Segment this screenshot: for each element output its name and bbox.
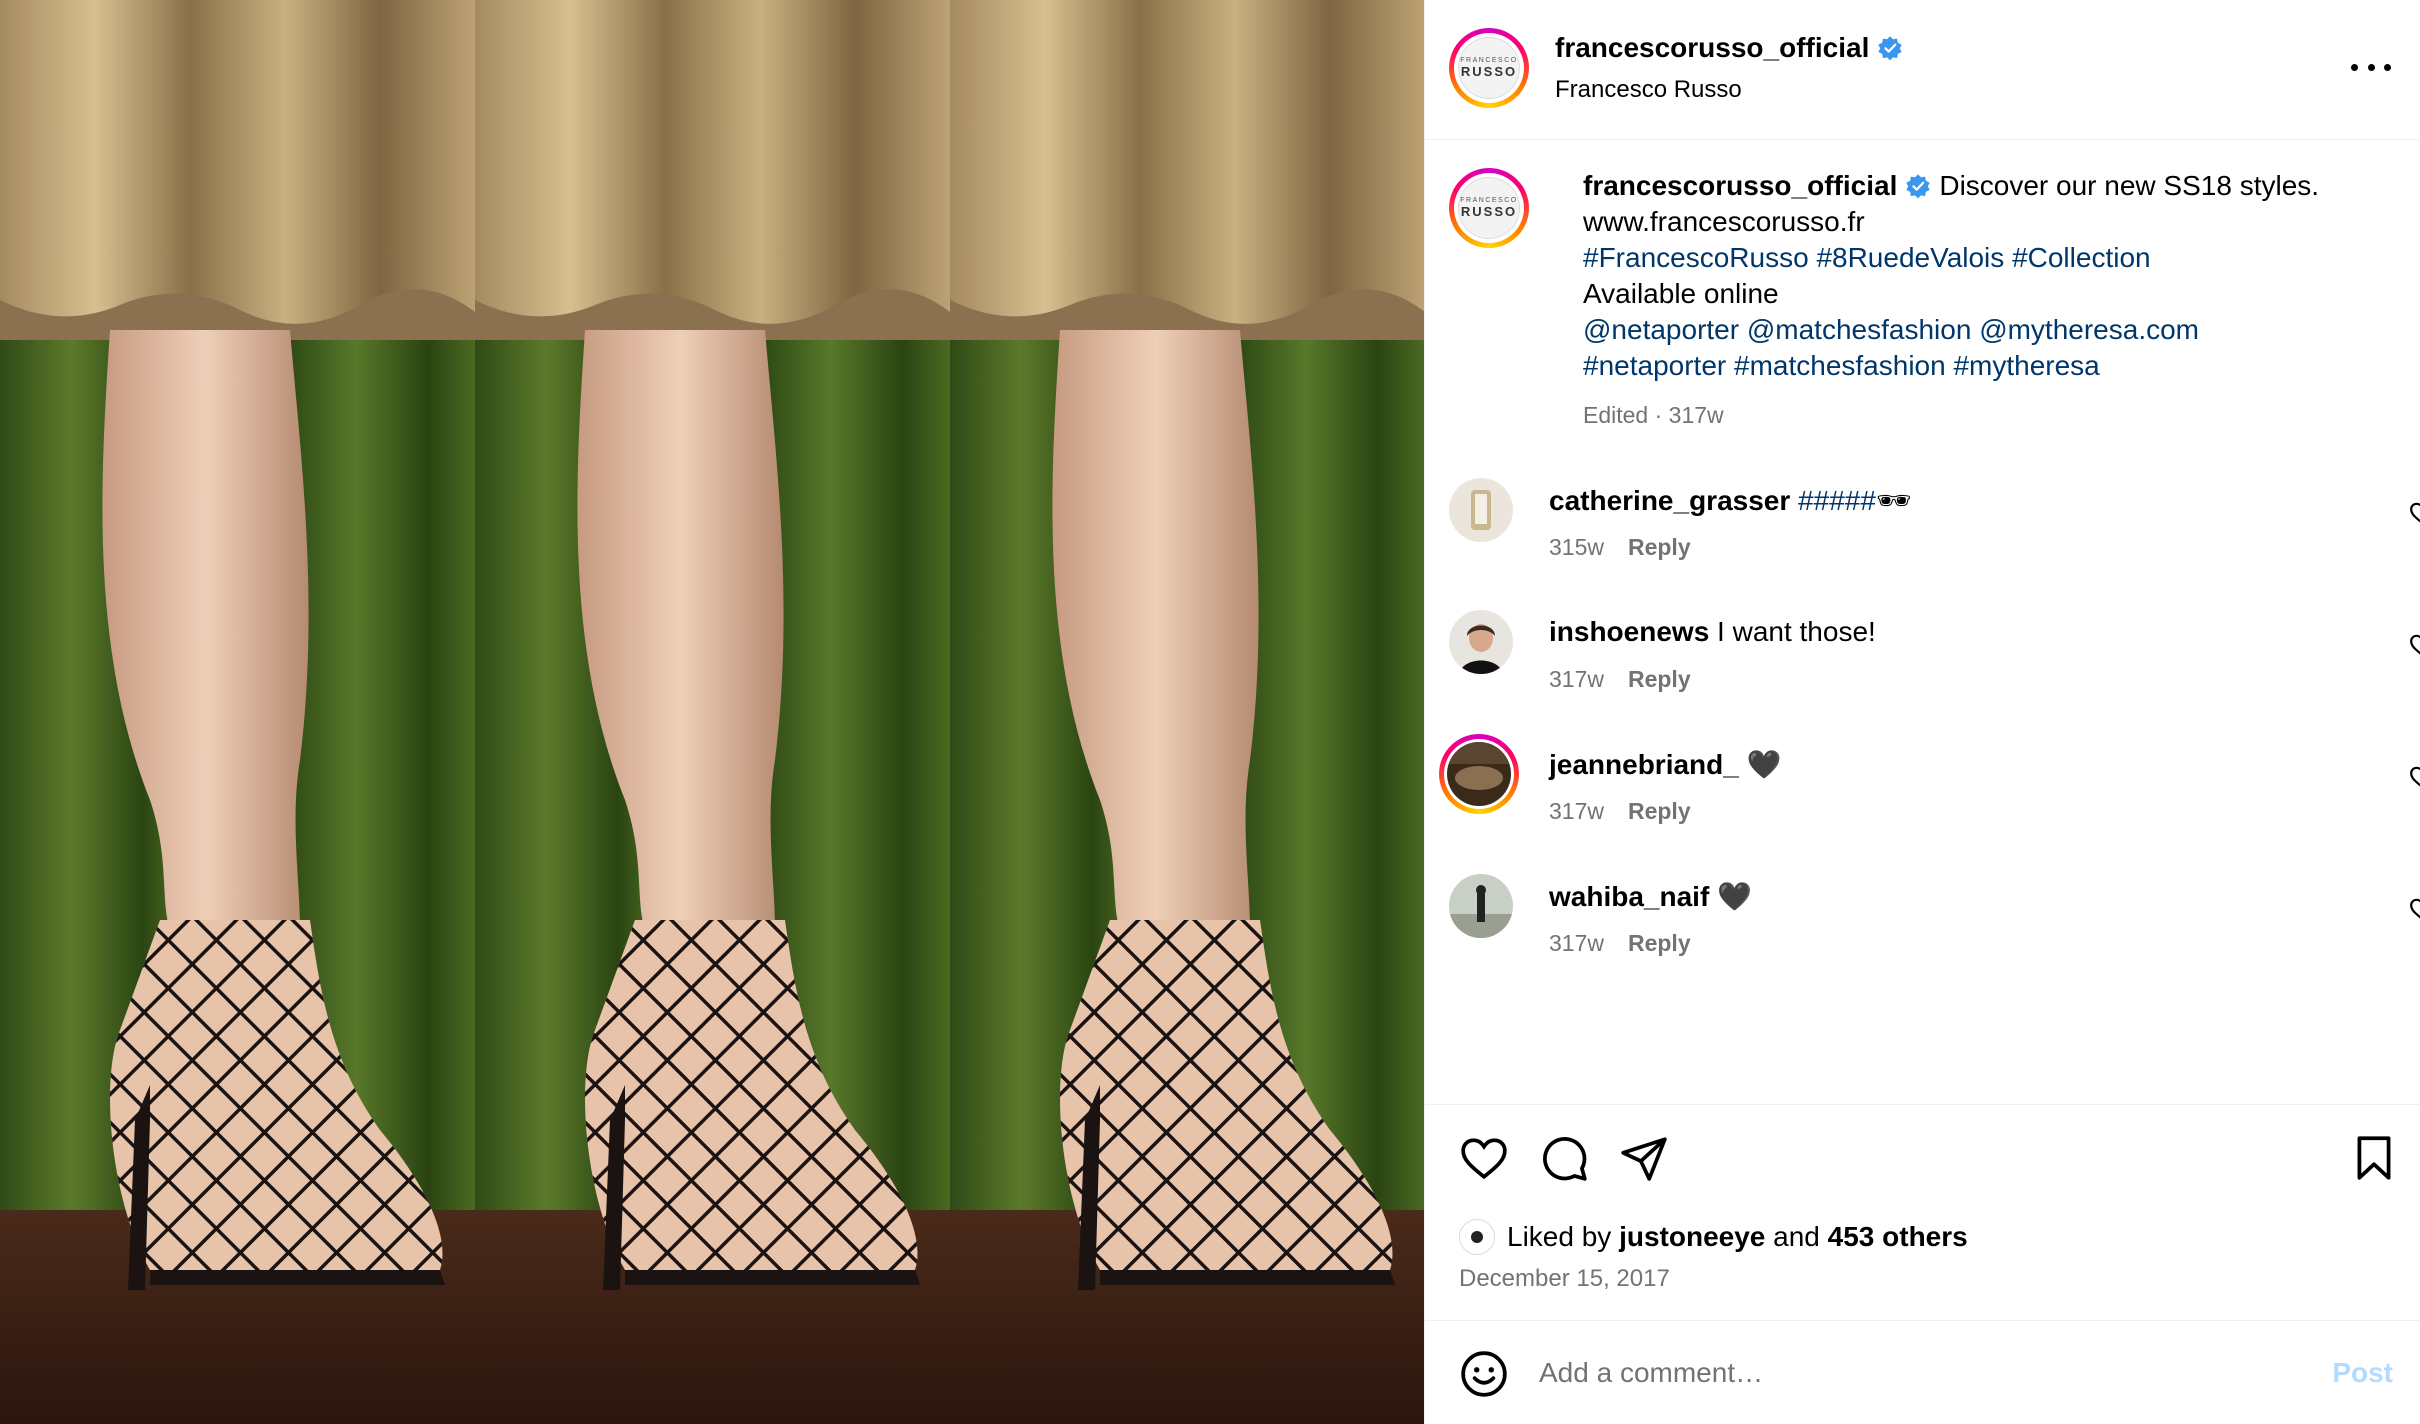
likes-and-label: and (1773, 1221, 1820, 1252)
heart-icon[interactable] (1459, 1133, 1509, 1183)
comment-body: I want those! (1717, 616, 1876, 647)
comment-meta: 317w Reply (1549, 930, 1691, 957)
reply-button[interactable]: Reply (1628, 930, 1691, 956)
emoji-icon[interactable] (1459, 1349, 1509, 1399)
heart-icon[interactable] (2409, 896, 2420, 922)
mention-link[interactable]: @matchesfashion (1747, 314, 1972, 345)
comments-list[interactable]: FRANCESCO RUSSO francescorusso_official D… (1425, 140, 2420, 1104)
commenter-username[interactable]: jeannebriand_ (1549, 749, 1739, 780)
brand-logo: FRANCESCO RUSSO (1458, 177, 1520, 239)
comment-age: 317w (1549, 930, 1604, 956)
verified-badge-icon (1906, 174, 1931, 199)
post-side-panel: FRANCESCO RUSSO francescorusso_official … (1424, 0, 2420, 1424)
post-photo[interactable] (0, 0, 1424, 1424)
logo-small-text: FRANCESCO (1460, 197, 1518, 204)
commenter-avatar[interactable] (1449, 610, 1513, 674)
comment-text: catherine_grasser #####🕶 (1549, 484, 1911, 517)
share-icon[interactable] (1619, 1133, 1669, 1183)
comment-text: jeannebriand_ 🖤 (1549, 748, 1782, 781)
commenter-username[interactable]: inshoenews (1549, 616, 1709, 647)
black-heart-emoji: 🖤 (1746, 749, 1782, 780)
comment-item: jeannebriand_ 🖤 317w Reply (1439, 734, 2420, 854)
commenter-username[interactable]: catherine_grasser (1549, 485, 1790, 516)
reply-button[interactable]: Reply (1628, 798, 1691, 824)
caption-avatar[interactable]: FRANCESCO RUSSO (1449, 168, 1529, 248)
heart-icon[interactable] (2409, 632, 2420, 658)
post-date: December 15, 2017 (1459, 1265, 1670, 1292)
more-horizontal-icon[interactable] (2351, 52, 2391, 82)
heart-icon[interactable] (2409, 764, 2420, 790)
comment-age: 315w (1549, 534, 1604, 560)
hashtag-link[interactable]: #8RuedeValois (1816, 242, 2004, 273)
comment-composer: Post (1425, 1320, 2420, 1424)
caption-available: Available online (1583, 278, 1779, 309)
meta-separator: · (1654, 402, 1663, 428)
author-avatar[interactable]: FRANCESCO RUSSO (1449, 28, 1529, 108)
comment-item: wahiba_naif 🖤 317w Reply (1449, 874, 2420, 986)
liked-by-label: Liked by (1507, 1221, 1612, 1252)
reply-button[interactable]: Reply (1628, 666, 1691, 692)
commenter-avatar[interactable] (1449, 478, 1513, 542)
logo-big-text: RUSSO (1460, 64, 1518, 79)
post-button[interactable]: Post (2332, 1357, 2393, 1389)
liker-avatar[interactable] (1459, 1219, 1495, 1255)
comment-meta: 317w Reply (1549, 798, 1691, 825)
caption-text: francescorusso_official Discover our new … (1583, 168, 2383, 384)
author-username[interactable]: francescorusso_official (1555, 32, 1869, 63)
likes-summary[interactable]: Liked by justoneeye and 453 others (1459, 1219, 1968, 1255)
liker-username[interactable]: justoneeye (1619, 1221, 1765, 1253)
logo-big-text: RUSSO (1460, 204, 1518, 219)
photo-artwork (0, 0, 1424, 1424)
comment-input[interactable] (1539, 1345, 2279, 1401)
edited-label: Edited (1583, 402, 1649, 428)
hashtag-link[interactable]: #netaporter (1583, 350, 1726, 381)
author-subtitle: Francesco Russo (1555, 76, 1742, 103)
commenter-avatar[interactable] (1439, 734, 1519, 814)
comment-item: inshoenews I want those! 317w Reply (1449, 610, 2420, 722)
comment-text: inshoenews I want those! (1549, 616, 1876, 648)
commenter-username[interactable]: wahiba_naif (1549, 881, 1709, 912)
comment-age: 317w (1549, 666, 1604, 692)
caption-username[interactable]: francescorusso_official (1583, 170, 1897, 201)
comment-item: catherine_grasser #####🕶 315w Reply (1449, 478, 2420, 590)
author-name[interactable]: francescorusso_official (1555, 32, 1903, 64)
likes-count[interactable]: 453 others (1828, 1221, 1968, 1253)
caption-age: 317w (1668, 402, 1724, 428)
caption-url: www.francescorusso.fr (1583, 206, 1865, 237)
caption-body: Discover our new SS18 styles. (1939, 170, 2320, 201)
reply-button[interactable]: Reply (1628, 534, 1691, 560)
comment-meta: 315w Reply (1549, 534, 1691, 561)
comment-hashtag[interactable]: ##### (1798, 485, 1876, 516)
sunglasses-emoji: 🕶 (1875, 485, 1912, 516)
comment-age: 317w (1549, 798, 1604, 824)
comment-meta: 317w Reply (1549, 666, 1691, 693)
commenter-avatar[interactable] (1449, 874, 1513, 938)
black-heart-emoji: 🖤 (1717, 881, 1752, 912)
brand-logo: FRANCESCO RUSSO (1458, 37, 1520, 99)
bookmark-icon[interactable] (2349, 1133, 2399, 1183)
mention-link[interactable]: @mytheresa.com (1979, 314, 2199, 345)
post-header: FRANCESCO RUSSO francescorusso_official … (1425, 0, 2420, 140)
heart-icon[interactable] (2409, 500, 2420, 526)
post-actions: Liked by justoneeye and 453 others Decem… (1425, 1104, 2420, 1320)
comment-icon[interactable] (1539, 1133, 1589, 1183)
hashtag-link[interactable]: #Collection (2012, 242, 2151, 273)
hashtag-link[interactable]: #FrancescoRusso (1583, 242, 1809, 273)
comment-text: wahiba_naif 🖤 (1549, 880, 1752, 913)
caption-meta: Edited · 317w (1583, 402, 1724, 429)
verified-badge-icon (1878, 36, 1903, 61)
logo-small-text: FRANCESCO (1460, 57, 1518, 64)
hashtag-link[interactable]: #matchesfashion (1734, 350, 1946, 381)
mention-link[interactable]: @netaporter (1583, 314, 1739, 345)
hashtag-link[interactable]: #mytheresa (1953, 350, 2099, 381)
